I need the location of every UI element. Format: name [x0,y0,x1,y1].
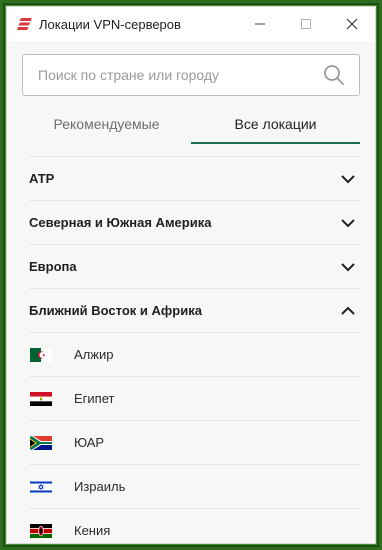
maximize-icon [301,19,311,29]
region-apac[interactable]: АТР [29,156,360,200]
region-label: Европа [29,259,77,274]
window-title: Локации VPN-серверов [39,16,181,32]
country-item-algeria[interactable]: Алжир [29,332,360,376]
search-section [7,41,375,96]
chevron-down-icon [341,218,355,227]
search-input[interactable] [23,54,323,96]
country-item-israel[interactable]: Израиль [29,464,360,508]
search-box[interactable] [22,54,360,96]
south-africa-flag-icon [30,435,52,450]
locations-list: АТР Северная и Южная Америка Европа Ближ… [7,156,375,543]
egypt-flag-icon [30,391,52,406]
close-button[interactable] [329,7,375,41]
location-tabs: Рекомендуемые Все локации [22,112,360,144]
title-bar[interactable]: Локации VPN-серверов [7,7,375,41]
country-label: Алжир [74,347,114,362]
minimize-button[interactable] [237,7,283,41]
search-icon[interactable] [323,64,345,86]
tab-recommended[interactable]: Рекомендуемые [22,112,191,144]
country-label: Египет [74,391,115,406]
tab-all-locations[interactable]: Все локации [191,112,360,144]
minimize-icon [255,23,265,25]
window-controls [237,7,375,41]
region-label: Северная и Южная Америка [29,215,212,230]
country-item-kenya[interactable]: Кения [29,508,360,543]
maximize-button[interactable] [283,7,329,41]
country-item-egypt[interactable]: Египет [29,376,360,420]
region-americas[interactable]: Северная и Южная Америка [29,200,360,244]
region-label: АТР [29,171,55,186]
chevron-down-icon [341,262,355,271]
chevron-up-icon [341,306,355,315]
country-item-south-africa[interactable]: ЮАР [29,420,360,464]
kenya-flag-icon [30,523,52,538]
expressvpn-logo-icon [17,17,33,31]
algeria-flag-icon [30,347,52,362]
chevron-down-icon [341,174,355,183]
region-europe[interactable]: Европа [29,244,360,288]
country-label: Кения [74,523,111,538]
vpn-locations-window: Локации VPN-серверов Поиск по стране или… [6,6,376,544]
israel-flag-icon [30,479,52,494]
country-label: ЮАР [74,435,105,450]
close-icon [346,18,358,30]
region-label: Ближний Восток и Африка [29,303,202,318]
country-label: Израиль [74,479,126,494]
region-middle-east-africa[interactable]: Ближний Восток и Африка [29,288,360,332]
